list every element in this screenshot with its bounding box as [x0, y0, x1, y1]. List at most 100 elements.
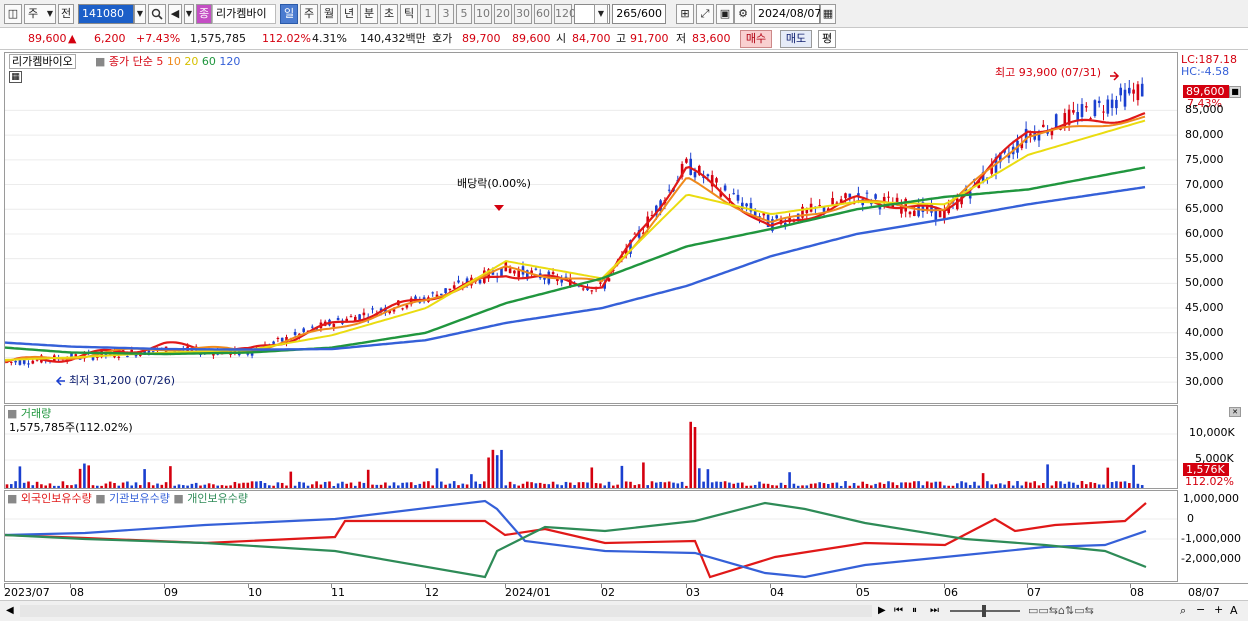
avg-button[interactable]: 평 — [818, 30, 836, 48]
volume-bar — [1110, 482, 1114, 488]
interval-120[interactable]: 120 — [554, 4, 576, 24]
volume-bar — [917, 481, 920, 488]
interval-30[interactable]: 30 — [514, 4, 532, 24]
candle-body — [930, 203, 933, 213]
volume-bar — [126, 481, 129, 488]
zoom-search-icon[interactable]: ⌕ — [1180, 604, 1186, 617]
save-icon[interactable]: ▣ — [716, 4, 734, 24]
candle-body — [874, 194, 877, 199]
grid-icon[interactable]: ▦ — [9, 71, 22, 83]
interval-5[interactable]: 5 — [456, 4, 472, 24]
scrollbar-track[interactable] — [20, 605, 872, 617]
draw-tool-icon[interactable]: ⤢ — [696, 4, 714, 24]
calendar-icon[interactable]: ▦ — [820, 4, 836, 24]
code-dropdown-icon[interactable]: ▼ — [134, 4, 146, 24]
volume-bar — [805, 485, 809, 488]
indicator-icon[interactable]: ⊞ — [676, 4, 694, 24]
volume-bar — [27, 481, 30, 488]
close-icon[interactable]: ✕ — [1229, 407, 1241, 417]
quote-bar: 89,600 ▲ 6,200 +7.43% 1,575,785 112.02% … — [0, 28, 1248, 50]
interval-20[interactable]: 20 — [494, 4, 512, 24]
volume-bar — [190, 483, 194, 488]
count-field[interactable]: 265/600 — [612, 4, 666, 24]
first-page-icon[interactable]: ⏮ — [894, 604, 903, 617]
tab-tick[interactable]: 틱 — [400, 4, 418, 24]
x-axis-tick — [601, 584, 602, 588]
interval-1[interactable]: 1 — [420, 4, 436, 24]
price-chart[interactable] — [5, 53, 1177, 403]
volume-bar — [61, 481, 65, 488]
gear-icon[interactable]: ⚙ — [734, 4, 752, 24]
legend-dot: ■ — [95, 55, 106, 68]
volume-chart[interactable] — [5, 406, 1177, 488]
volume-bar — [960, 481, 963, 488]
volume-bar — [882, 483, 886, 488]
candle-body — [517, 270, 520, 278]
tab-year[interactable]: 년 — [340, 4, 358, 24]
interval-10[interactable]: 10 — [474, 4, 492, 24]
volume-bar — [839, 485, 843, 488]
bottom-bar: ◀ ▶ ⏮ ⏸ ⏭ ▭▭⇆⌂⇅▭⇆ ⌕ − + A — [0, 600, 1248, 621]
volume-bar — [10, 484, 13, 488]
volume-bar — [379, 484, 383, 488]
code-input[interactable]: 141080 — [78, 4, 134, 24]
last-page-icon[interactable]: ⏭ — [930, 604, 939, 617]
x-axis-right-label: 08/07 — [1188, 586, 1220, 599]
volume-bar — [151, 485, 155, 488]
axis-toggle-icon[interactable]: ■ — [1229, 86, 1241, 98]
volume-bar — [427, 481, 430, 488]
volume-bar — [177, 484, 181, 488]
volume-title-text: 거래량 — [20, 407, 52, 420]
ma-line-10 — [5, 115, 1146, 363]
tab-minute[interactable]: 분 — [360, 4, 378, 24]
interval-dropdown-icon[interactable]: ▼ — [594, 4, 608, 24]
font-size-icon[interactable]: A — [1230, 604, 1238, 617]
stock-list-icon[interactable]: ▼ — [184, 4, 194, 24]
candle-body — [414, 296, 417, 299]
prev-stock-icon[interactable]: ◀ — [168, 4, 182, 24]
price-tick-label: 60,000 — [1185, 226, 1224, 240]
volume-bar — [156, 483, 159, 488]
x-axis-label: 02 — [601, 586, 615, 599]
view-options-icons[interactable]: ▭▭⇆⌂⇅▭⇆ — [1028, 604, 1094, 617]
tab-month[interactable]: 월 — [320, 4, 338, 24]
zoom-out-icon[interactable]: − — [1196, 603, 1205, 616]
volume-bar — [818, 482, 821, 488]
zoom-in-icon[interactable]: + — [1214, 603, 1223, 616]
volume-bar — [1059, 481, 1062, 488]
volume-bar — [169, 466, 172, 488]
volume-bar — [573, 485, 576, 488]
volume-bar — [1102, 484, 1105, 488]
volume-bar — [538, 482, 542, 488]
volume-bar — [199, 485, 202, 488]
zoom-slider-handle[interactable] — [982, 605, 986, 617]
sell-button[interactable]: 매도 — [780, 30, 812, 48]
candle-body — [405, 305, 409, 308]
chart-area: 리가켐바이오 ■ 종가 단순 5 10 20 60 120 ▦ 최고 93,90… — [0, 50, 1248, 600]
volume-bar — [237, 483, 241, 488]
buy-button[interactable]: 매수 — [740, 30, 772, 48]
tab-second[interactable]: 초 — [380, 4, 398, 24]
scroll-left-icon[interactable]: ◀ — [6, 604, 14, 617]
tab-day[interactable]: 일 — [280, 4, 298, 24]
volume-bar — [663, 482, 667, 488]
volume-bar — [268, 485, 271, 488]
volume-bar — [710, 482, 714, 488]
prefix-button[interactable]: 전 — [58, 4, 74, 24]
chart-type-icon[interactable]: ◫ — [4, 4, 22, 24]
volume-bar — [581, 482, 585, 488]
pause-icon[interactable]: ⏸ — [912, 604, 917, 617]
volume-bar — [904, 482, 907, 488]
candle-body — [513, 270, 516, 274]
volume-bar — [457, 485, 460, 488]
interval-3[interactable]: 3 — [438, 4, 454, 24]
volume-bar — [384, 482, 387, 488]
count-total: /600 — [637, 7, 662, 20]
tab-week[interactable]: 주 — [300, 4, 318, 24]
interval-60[interactable]: 60 — [534, 4, 552, 24]
up-arrow-icon: ▲ — [68, 32, 77, 45]
date-input[interactable]: 2024/08/07 — [754, 4, 821, 24]
type-select[interactable]: 주 ▼ — [24, 4, 56, 24]
scroll-right-icon[interactable]: ▶ — [878, 604, 886, 617]
search-icon[interactable] — [148, 4, 166, 24]
